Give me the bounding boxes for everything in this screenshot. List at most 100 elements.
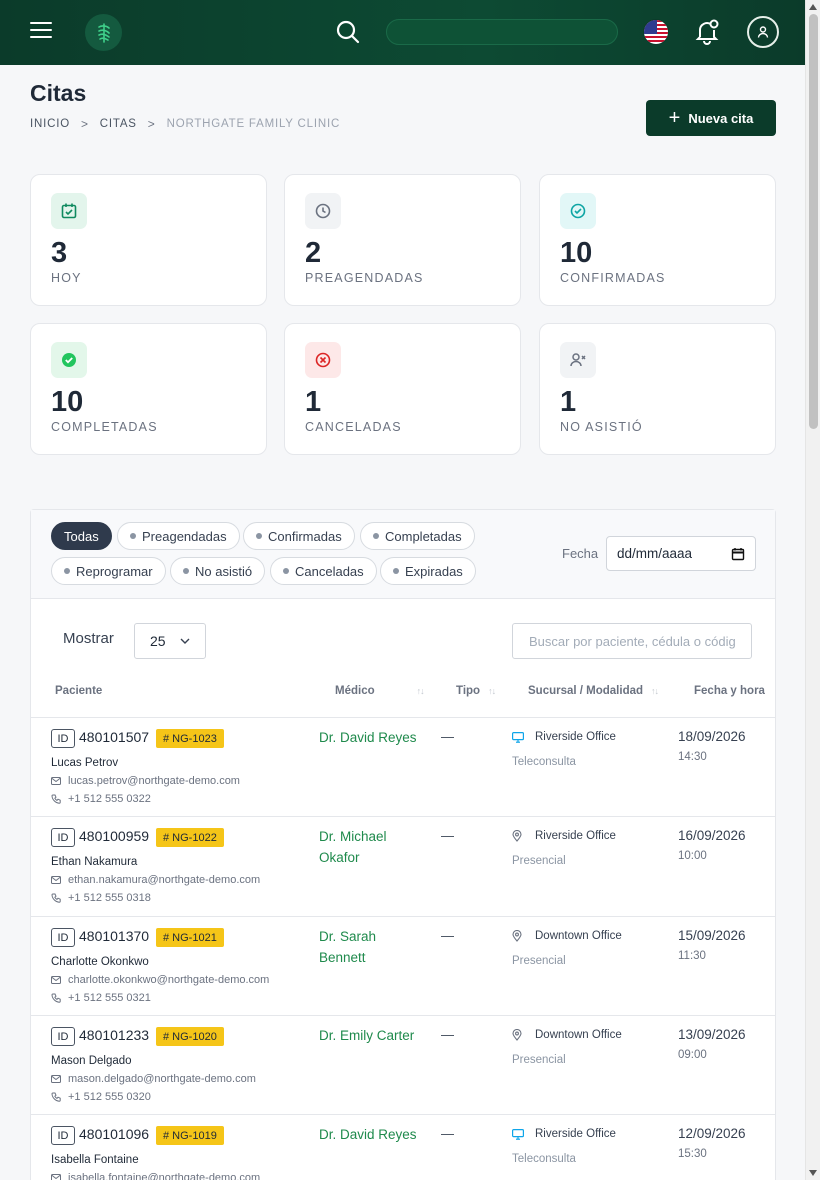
stat-value: 10 [51, 386, 84, 418]
table-row[interactable]: ID 480101370 # NG-1021 Charlotte Okonkwo… [31, 917, 775, 1016]
monitor-icon [512, 731, 528, 743]
stat-value: 3 [51, 237, 68, 269]
date-filter-input[interactable]: dd/mm/aaaa [606, 536, 756, 571]
appointment-type: — [441, 729, 454, 744]
stat-card-completadas[interactable]: 10 COMPLETADAS [30, 323, 267, 455]
stat-card-canceladas[interactable]: 1 CANCELADAS [284, 323, 521, 455]
breadcrumb: INICIO > CITAS > NORTHGATE FAMILY CLINIC [30, 117, 340, 131]
page-size-select[interactable]: 25 [134, 623, 206, 659]
stat-card-hoy[interactable]: 3 HOY [30, 174, 267, 306]
filter-chip-preagendadas[interactable]: Preagendadas [117, 522, 240, 550]
table-search-input[interactable] [512, 623, 752, 659]
clinic-logo[interactable] [85, 14, 122, 51]
appointment-time: 15:30 [678, 1148, 707, 1160]
date-filter-label: Fecha [562, 546, 599, 561]
page-size-label: Mostrar [63, 630, 114, 647]
table-row[interactable]: ID 480100959 # NG-1022 Ethan Nakamura et… [31, 817, 775, 917]
phone-icon [51, 993, 61, 1003]
global-search-field[interactable] [386, 19, 618, 45]
user-avatar-button[interactable] [747, 16, 779, 48]
phone-icon [51, 893, 61, 903]
appointment-type: — [441, 828, 454, 843]
column-header-sucursal[interactable]: Sucursal / Modalidad ↑↓ [528, 685, 659, 697]
chip-label: No asistió [195, 563, 253, 579]
filter-chip-completadas[interactable]: Completadas [360, 522, 475, 550]
patient-id: 480101096 [79, 1126, 150, 1142]
column-header-medico[interactable]: Médico ↑↓ [335, 685, 425, 697]
new-appointment-label: Nueva cita [688, 110, 754, 126]
check-filled-icon [51, 342, 87, 378]
table-row[interactable]: ID 480101507 # NG-1023 Lucas Petrov luca… [31, 718, 775, 817]
appointment-mode: Teleconsulta [512, 756, 576, 768]
calendar-icon[interactable] [731, 547, 745, 561]
appointment-mode: Presencial [512, 855, 566, 867]
doctor-link[interactable]: Dr. Michael Okafor [319, 826, 419, 868]
stat-card-confirmadas[interactable]: 10 CONFIRMADAS [539, 174, 776, 306]
patient-id: 480101233 [79, 1027, 150, 1043]
sort-icon: ↑↓ [488, 686, 496, 696]
table-row[interactable]: ID 480101096 # NG-1019 Isabella Fontaine… [31, 1115, 775, 1180]
us-flag-icon[interactable] [643, 19, 669, 45]
stat-card-preagendadas[interactable]: 2 PREAGENDADAS [284, 174, 521, 306]
patient-phone: +1 512 555 0321 [51, 992, 151, 1004]
doctor-link[interactable]: Dr. David Reyes [319, 727, 419, 748]
patient-email: lucas.petrov@northgate-demo.com [51, 775, 240, 787]
phone-icon [51, 794, 61, 804]
page-title: Citas [30, 80, 87, 106]
doctor-link[interactable]: Dr. Emily Carter [319, 1025, 419, 1046]
mail-icon [51, 876, 61, 884]
patient-email: charlotte.okonkwo@northgate-demo.com [51, 974, 269, 986]
id-badge: ID [51, 828, 75, 847]
breadcrumb-citas[interactable]: CITAS [100, 118, 137, 130]
search-icon[interactable] [335, 19, 361, 45]
column-header-tipo[interactable]: Tipo ↑↓ [456, 685, 496, 697]
filter-chip-confirmadas[interactable]: Confirmadas [243, 522, 355, 550]
status-dot [64, 568, 70, 574]
mail-icon [51, 1174, 61, 1180]
filter-chip-expiradas[interactable]: Expiradas [380, 557, 476, 585]
patient-id: 480101370 [79, 928, 150, 944]
bell-icon[interactable] [694, 18, 720, 46]
status-dot [130, 533, 136, 539]
doctor-link[interactable]: Dr. Sarah Bennett [319, 926, 419, 968]
new-appointment-button[interactable]: + Nueva cita [646, 100, 776, 136]
appointment-mode: Presencial [512, 1054, 566, 1066]
page-size-value: 25 [150, 633, 166, 649]
patient-name: Lucas Petrov [51, 757, 119, 769]
chevron-right-icon: > [80, 117, 89, 131]
mail-icon [51, 777, 61, 785]
status-dot [183, 568, 189, 574]
id-badge: ID [51, 729, 75, 748]
id-badge: ID [51, 1126, 75, 1145]
filter-chip-reprogramar[interactable]: Reprogramar [51, 557, 166, 585]
appointment-code-badge: # NG-1023 [156, 729, 224, 748]
patient-phone: +1 512 555 0322 [51, 793, 151, 805]
stat-label: PREAGENDADAS [305, 271, 424, 285]
doctor-link[interactable]: Dr. David Reyes [319, 1124, 419, 1145]
chip-label: Expiradas [405, 563, 463, 579]
appointment-time: 11:30 [678, 950, 706, 962]
column-header-paciente[interactable]: Paciente [55, 685, 102, 697]
plus-icon: + [668, 107, 681, 129]
patient-name: Charlotte Okonkwo [51, 956, 149, 968]
table-row[interactable]: ID 480101233 # NG-1020 Mason Delgado mas… [31, 1016, 775, 1115]
appointment-code-badge: # NG-1021 [156, 928, 224, 947]
menu-icon[interactable] [30, 22, 52, 40]
office-location: Downtown Office [512, 930, 622, 942]
monitor-icon [512, 1128, 528, 1140]
chip-label: Todas [64, 528, 99, 544]
appointment-mode: Presencial [512, 955, 566, 967]
status-dot [283, 568, 289, 574]
id-badge: ID [51, 928, 75, 947]
filter-chip-canceladas[interactable]: Canceladas [270, 557, 377, 585]
appointment-date: 18/09/2026 [678, 729, 746, 744]
filter-chip-no-asistio[interactable]: No asistió [170, 557, 266, 585]
breadcrumb-inicio[interactable]: INICIO [30, 118, 70, 130]
filter-chip-todas[interactable]: Todas [51, 522, 112, 550]
id-badge: ID [51, 1027, 75, 1046]
stat-card-no-asistio[interactable]: 1 NO ASISTIÓ [539, 323, 776, 455]
appointment-time: 10:00 [678, 850, 707, 862]
mail-icon [51, 976, 61, 984]
column-header-fecha[interactable]: Fecha y hora [694, 685, 765, 697]
page-scrollbar[interactable] [805, 0, 820, 1180]
